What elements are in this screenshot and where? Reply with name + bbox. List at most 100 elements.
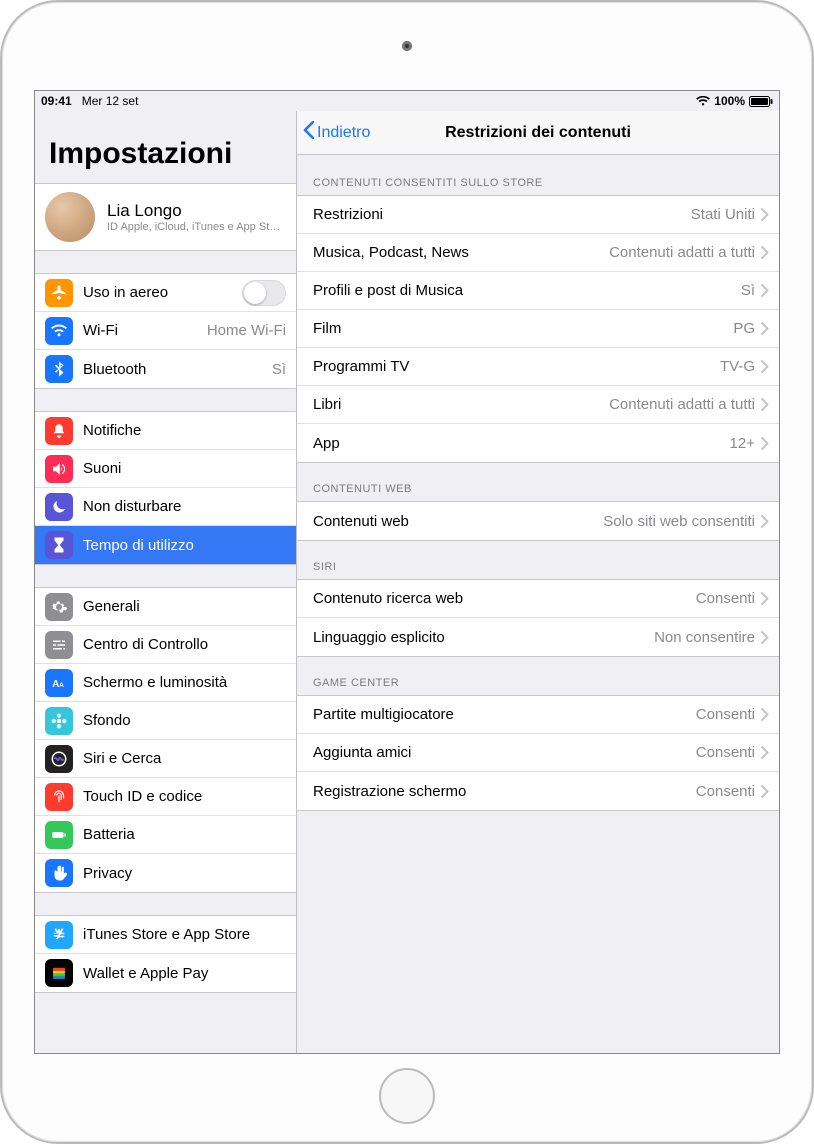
detail-row-app[interactable]: App12+ [297, 424, 779, 462]
chevron-right-icon [761, 246, 769, 259]
sidebar-item-sfondo[interactable]: Sfondo [35, 702, 296, 740]
flower-icon [45, 707, 73, 735]
detail-row-libri[interactable]: LibriContenuti adatti a tutti [297, 386, 779, 424]
section-header: GAME CENTER [297, 657, 779, 695]
avatar [45, 192, 95, 242]
sliders-icon [45, 631, 73, 659]
hourglass-icon [45, 531, 73, 559]
sidebar-item-label: Notifiche [83, 422, 286, 439]
chevron-right-icon [761, 631, 769, 644]
sidebar-item-label: Wallet e Apple Pay [83, 965, 286, 982]
chevron-right-icon [761, 515, 769, 528]
sidebar-item-label: Generali [83, 598, 286, 615]
sidebar-item-touch-id-e-codice[interactable]: Touch ID e codice [35, 778, 296, 816]
account-group: Lia Longo ID Apple, iCloud, iTunes e App… [35, 183, 296, 251]
detail-row-value: 12+ [730, 435, 755, 452]
battery-icon [45, 821, 73, 849]
sidebar-item-itunes-store-e-app-store[interactable]: iTunes Store e App Store [35, 916, 296, 954]
sidebar-item-label: Sfondo [83, 712, 286, 729]
bluetooth-icon [45, 355, 73, 383]
sidebar-item-non-disturbare[interactable]: Non disturbare [35, 488, 296, 526]
sidebar-item-wi-fi[interactable]: Wi-FiHome Wi-Fi [35, 312, 296, 350]
sidebar-item-label: Tempo di utilizzo [83, 537, 286, 554]
sidebar-title: Impostazioni [35, 111, 296, 179]
sidebar-item-wallet-e-apple-pay[interactable]: Wallet e Apple Pay [35, 954, 296, 992]
detail-row-linguaggio-esplicito[interactable]: Linguaggio esplicitoNon consentire [297, 618, 779, 656]
sidebar-item-suoni[interactable]: Suoni [35, 450, 296, 488]
detail-row-label: Profili e post di Musica [313, 282, 741, 299]
sidebar-item-privacy[interactable]: Privacy [35, 854, 296, 892]
detail-row-programmi-tv[interactable]: Programmi TVTV-G [297, 348, 779, 386]
detail-row-musica-podcast-news[interactable]: Musica, Podcast, NewsContenuti adatti a … [297, 234, 779, 272]
detail-group: Contenuto ricerca webConsentiLinguaggio … [297, 579, 779, 657]
detail-row-label: Registrazione schermo [313, 783, 696, 800]
sidebar-item-label: Siri e Cerca [83, 750, 286, 767]
battery-percent: 100% [714, 94, 745, 108]
detail-row-label: Linguaggio esplicito [313, 629, 654, 646]
detail-row-contenuto-ricerca-web[interactable]: Contenuto ricerca webConsenti [297, 580, 779, 618]
chevron-right-icon [761, 360, 769, 373]
sidebar-item-generali[interactable]: Generali [35, 588, 296, 626]
detail-row-label: Restrizioni [313, 206, 691, 223]
chevron-right-icon [761, 322, 769, 335]
toggle-uso-in-aereo[interactable] [242, 280, 286, 306]
detail-row-label: Partite multigiocatore [313, 706, 696, 723]
airplane-icon [45, 279, 73, 307]
detail-group: Contenuti webSolo siti web consentiti [297, 501, 779, 541]
section-header: CONTENUTI CONSENTITI SULLO STORE [297, 155, 779, 195]
back-label: Indietro [317, 124, 370, 142]
detail-row-registrazione-schermo[interactable]: Registrazione schermoConsenti [297, 772, 779, 810]
chevron-right-icon [761, 746, 769, 759]
sidebar-group: iTunes Store e App Store Wallet e Apple P… [35, 915, 296, 993]
battery-status-icon [749, 96, 773, 107]
detail-row-value: Consenti [696, 744, 755, 761]
detail-row-partite-multigiocatore[interactable]: Partite multigiocatoreConsenti [297, 696, 779, 734]
hand-icon [45, 859, 73, 887]
detail-row-film[interactable]: FilmPG [297, 310, 779, 348]
chevron-left-icon [303, 121, 315, 144]
detail-pane[interactable]: Indietro Restrizioni dei contenuti CONTE… [297, 111, 779, 1053]
siri-icon [45, 745, 73, 773]
sidebar-item-centro-di-controllo[interactable]: Centro di Controllo [35, 626, 296, 664]
wifi-status-icon [696, 96, 710, 106]
detail-row-value: Consenti [696, 590, 755, 607]
status-bar: 09:41 Mer 12 set 100% [35, 91, 779, 111]
home-button[interactable] [379, 1068, 435, 1124]
svg-text:A: A [52, 678, 59, 689]
chevron-right-icon [761, 284, 769, 297]
sidebar-item-notifiche[interactable]: Notifiche [35, 412, 296, 450]
detail-row-label: Contenuti web [313, 513, 603, 530]
sidebar-item-label: iTunes Store e App Store [83, 926, 286, 943]
bezel-top [2, 2, 812, 90]
sidebar[interactable]: Impostazioni Lia Longo ID Apple, iCloud,… [35, 111, 297, 1053]
sidebar-item-label: Wi-Fi [83, 322, 201, 339]
sidebar-item-batteria[interactable]: Batteria [35, 816, 296, 854]
sidebar-item-uso-in-aereo[interactable]: Uso in aereo [35, 274, 296, 312]
detail-row-value: TV-G [720, 358, 755, 375]
chevron-right-icon [761, 785, 769, 798]
detail-row-restrizioni[interactable]: RestrizioniStati Uniti [297, 196, 779, 234]
account-row[interactable]: Lia Longo ID Apple, iCloud, iTunes e App… [35, 184, 296, 250]
status-right: 100% [696, 94, 773, 108]
ipad-device-frame: 09:41 Mer 12 set 100% Impostazioni [0, 0, 814, 1144]
sidebar-item-tempo-di-utilizzo[interactable]: Tempo di utilizzo [35, 526, 296, 564]
speaker-icon [45, 455, 73, 483]
wifi-icon [45, 317, 73, 345]
detail-row-value: Solo siti web consentiti [603, 513, 755, 530]
detail-row-value: Consenti [696, 783, 755, 800]
detail-row-contenuti-web[interactable]: Contenuti webSolo siti web consentiti [297, 502, 779, 540]
detail-row-aggiunta-amici[interactable]: Aggiunta amiciConsenti [297, 734, 779, 772]
chevron-right-icon [761, 708, 769, 721]
sidebar-item-label: Non disturbare [83, 498, 286, 515]
nav-bar: Indietro Restrizioni dei contenuti [297, 111, 779, 155]
detail-row-profili-e-post-di-musica[interactable]: Profili e post di MusicaSì [297, 272, 779, 310]
sidebar-item-schermo-e-luminosit-[interactable]: AASchermo e luminosità [35, 664, 296, 702]
back-button[interactable]: Indietro [297, 121, 376, 144]
textsize-icon: AA [45, 669, 73, 697]
sidebar-item-siri-e-cerca[interactable]: Siri e Cerca [35, 740, 296, 778]
appstore-icon [45, 921, 73, 949]
sidebar-item-label: Bluetooth [83, 361, 266, 378]
detail-row-value: Contenuti adatti a tutti [609, 396, 755, 413]
sidebar-item-bluetooth[interactable]: BluetoothSì [35, 350, 296, 388]
moon-icon [45, 493, 73, 521]
